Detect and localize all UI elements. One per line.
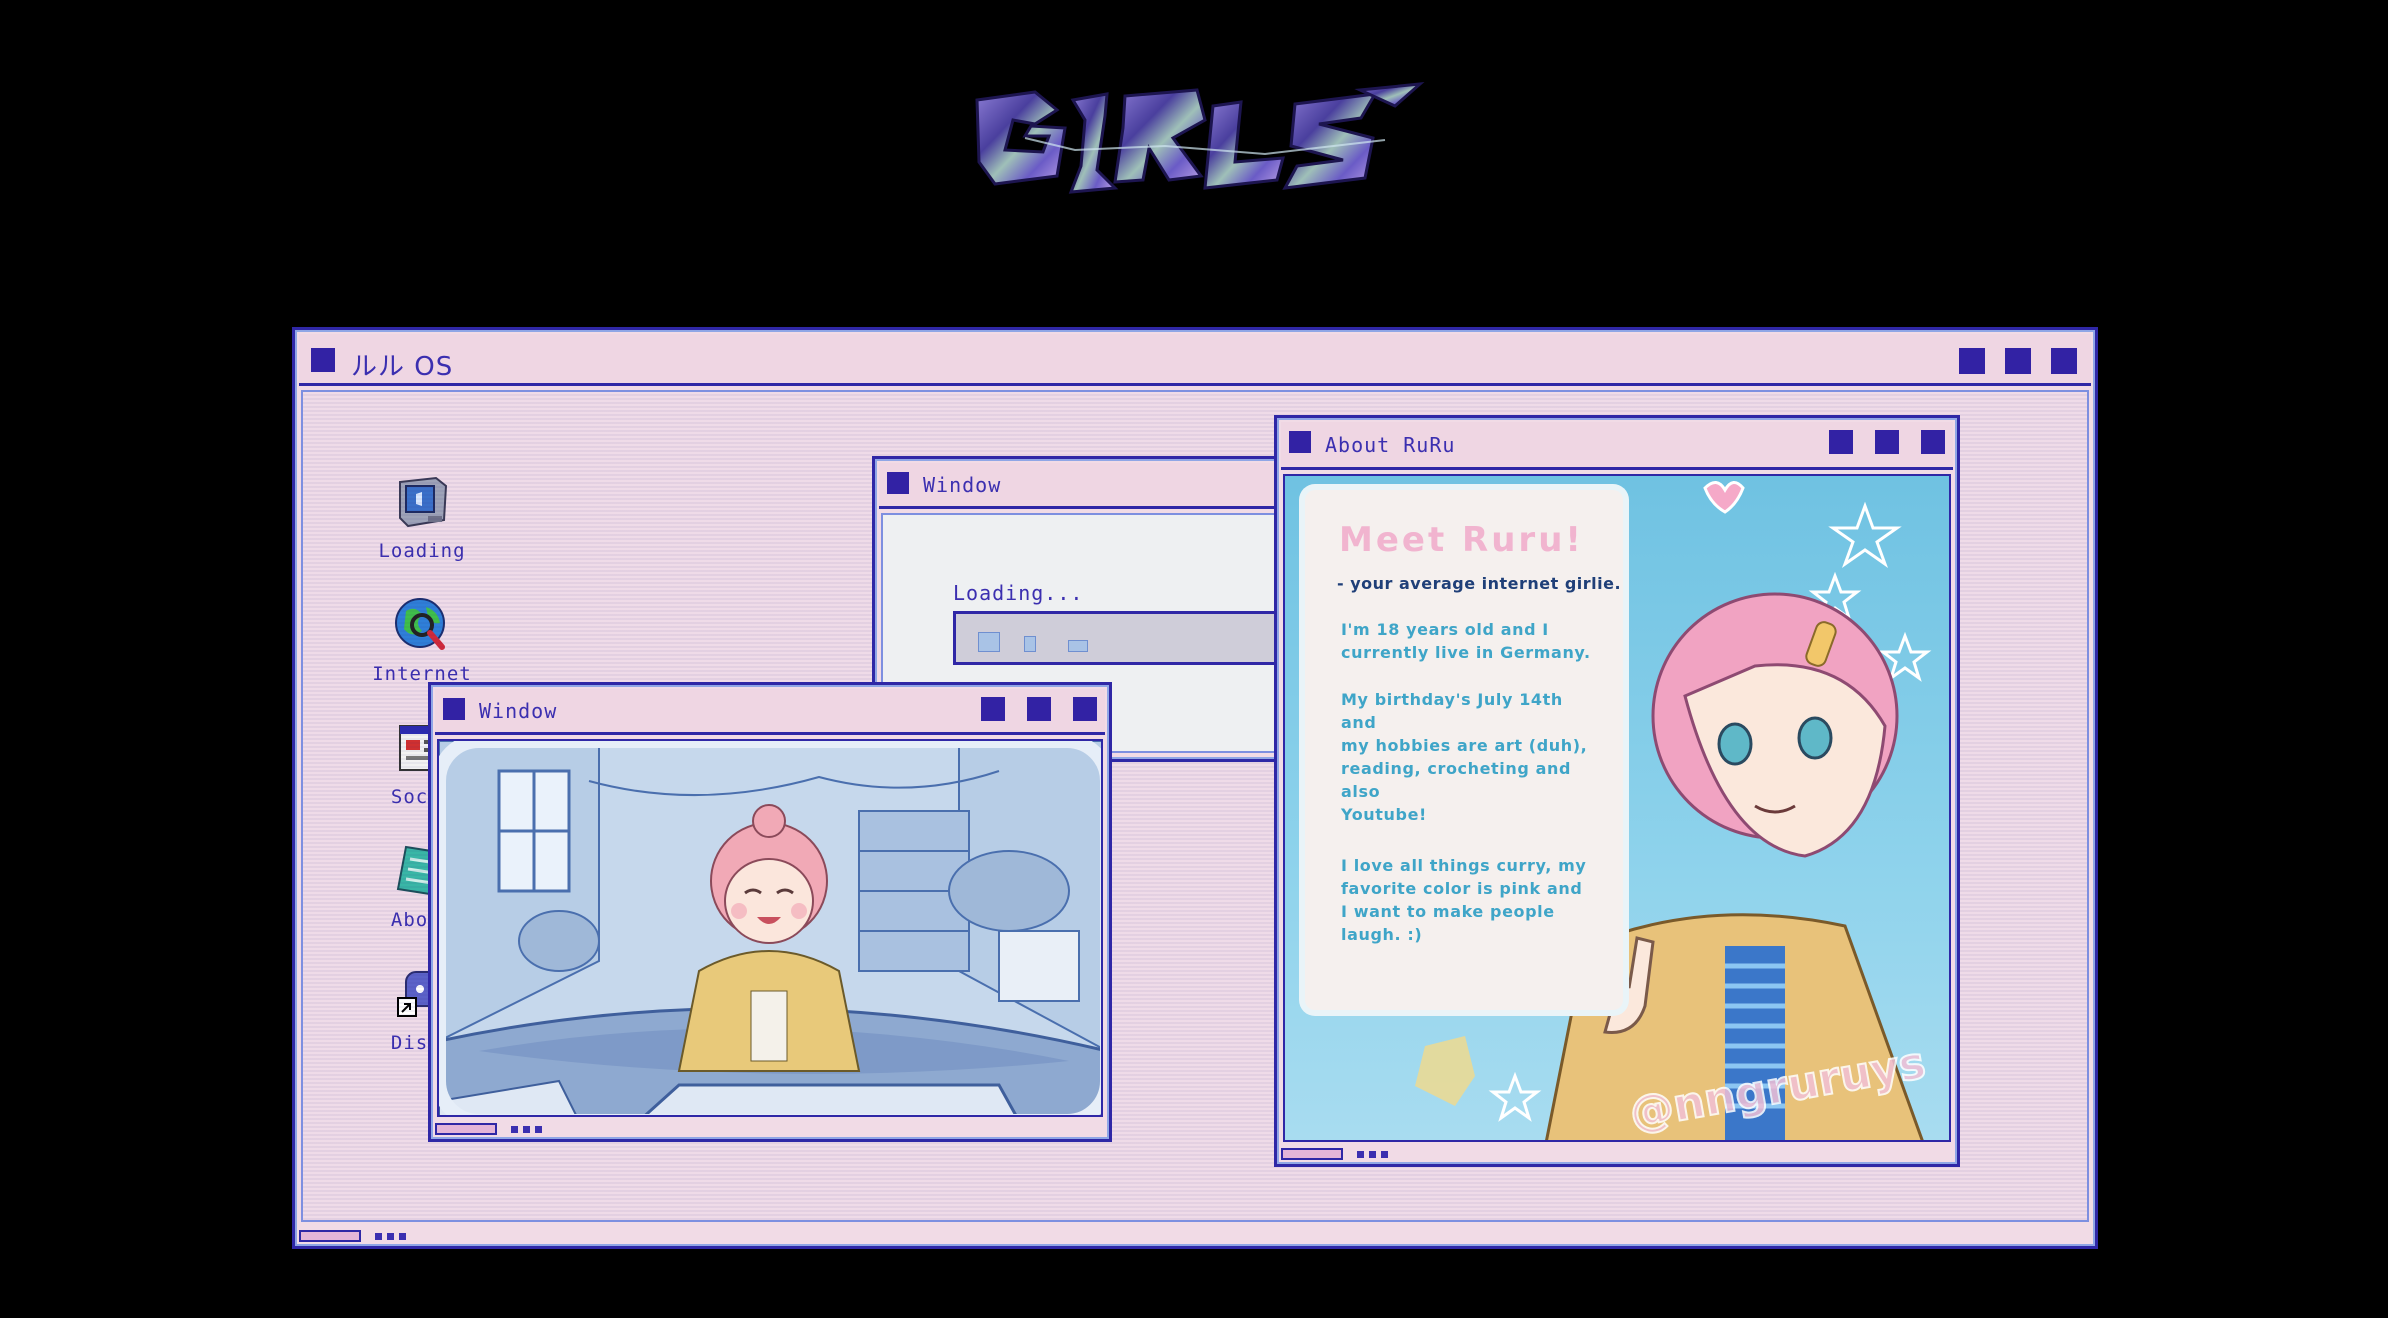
os-window-title: ルル OS <box>351 352 454 382</box>
progress-segment <box>978 632 1000 652</box>
about-paragraph: I love all things curry, my favorite col… <box>1341 856 1587 944</box>
status-dots <box>511 1126 542 1133</box>
about-window-title: About RuRu <box>1325 433 1456 457</box>
loading-text: Loading... <box>953 581 1084 605</box>
about-paragraph: My birthday's July 14th and my hobbies a… <box>1341 690 1588 824</box>
taskbar-tab[interactable] <box>435 1123 497 1135</box>
room-window: Window <box>428 682 1112 1142</box>
about-heading: Meet Ruru! <box>1339 520 1584 560</box>
os-statusbar <box>299 1228 2091 1242</box>
about-content: Meet Ruru! - your average internet girli… <box>1283 474 1951 1142</box>
loading-window-title: Window <box>923 473 1002 497</box>
about-tagline: - your average internet girlie. <box>1337 574 1622 593</box>
minimize-button[interactable] <box>981 697 1005 721</box>
taskbar-tab[interactable] <box>299 1230 361 1242</box>
taskbar-tab[interactable] <box>1281 1148 1343 1160</box>
window-controls <box>1959 348 2077 374</box>
desktop-icon-loading[interactable]: Loading <box>367 472 477 562</box>
app-icon <box>1289 431 1311 453</box>
room-window-title: Window <box>479 699 558 723</box>
window-controls <box>1829 430 1945 454</box>
app-icon <box>443 698 465 720</box>
about-window-statusbar <box>1281 1146 1953 1160</box>
status-dots <box>1357 1151 1388 1158</box>
monitor-icon <box>392 472 452 532</box>
about-window-titlebar[interactable]: About RuRu <box>1281 422 1953 470</box>
room-window-titlebar[interactable]: Window <box>435 689 1105 735</box>
room-illustration <box>437 739 1103 1117</box>
window-controls <box>981 697 1097 721</box>
about-window: About RuRu Meet Ruru! - your average int… <box>1274 415 1960 1167</box>
room-window-statusbar <box>435 1121 1105 1135</box>
close-button[interactable] <box>1921 430 1945 454</box>
desktop-icon-label: Loading <box>378 540 466 562</box>
minimize-button[interactable] <box>1829 430 1853 454</box>
status-dots <box>375 1233 406 1240</box>
girls-logo <box>965 80 1425 210</box>
about-paragraph: I'm 18 years old and I currently live in… <box>1341 620 1591 662</box>
maximize-button[interactable] <box>1027 697 1051 721</box>
minimize-button[interactable] <box>1959 348 1985 374</box>
loading-window-titlebar[interactable]: Window <box>879 463 1285 509</box>
app-icon <box>311 348 335 372</box>
globe-icon <box>392 595 452 655</box>
maximize-button[interactable] <box>1875 430 1899 454</box>
close-button[interactable] <box>2051 348 2077 374</box>
maximize-button[interactable] <box>2005 348 2031 374</box>
progress-segment <box>1024 636 1036 652</box>
app-icon <box>887 472 909 494</box>
desktop-icon-internet[interactable]: Internet <box>367 595 477 685</box>
os-titlebar[interactable]: ルル OS <box>299 334 2091 386</box>
close-button[interactable] <box>1073 697 1097 721</box>
progress-segment <box>1068 640 1088 652</box>
